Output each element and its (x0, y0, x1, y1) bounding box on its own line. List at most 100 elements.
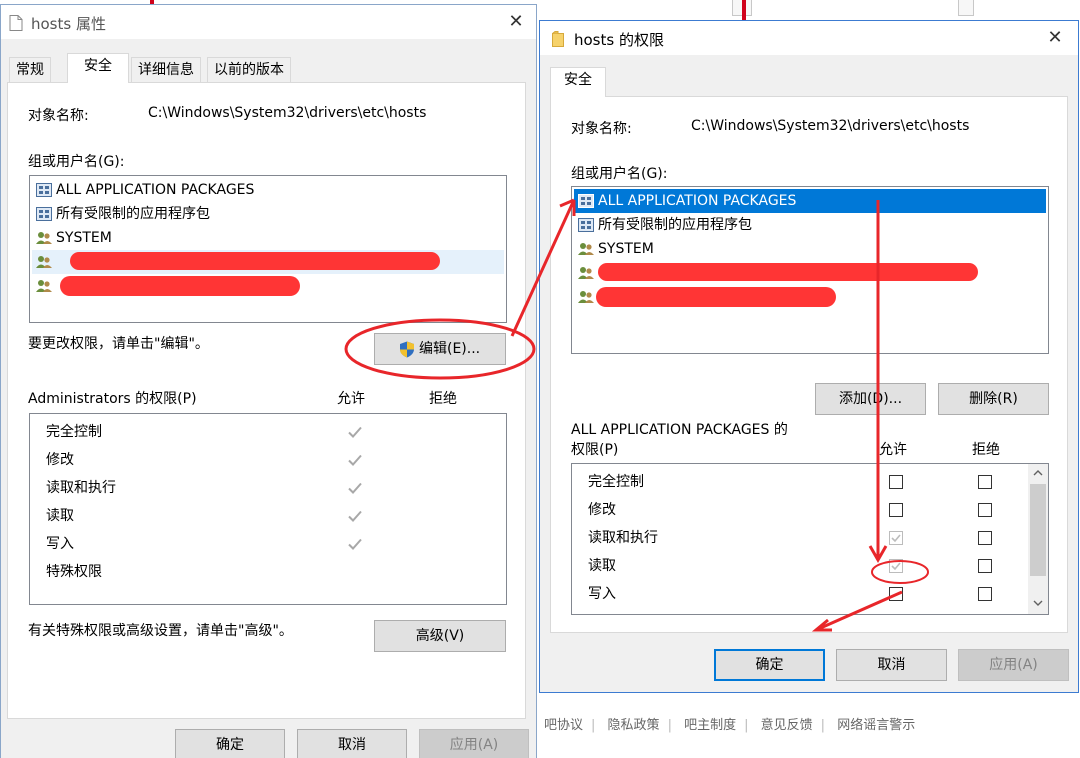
users-icon (36, 280, 52, 292)
footer-link[interactable]: 隐私政策 (608, 718, 660, 733)
permission-row: 修改 (572, 496, 1048, 524)
group-or-user-label: 组或用户名(G): (571, 166, 668, 182)
tab-security[interactable]: 安全 (550, 67, 606, 97)
security-tab-panel: 对象名称: C:\Windows\System32\drivers\etc\ho… (550, 96, 1068, 633)
uac-shield-icon (400, 341, 414, 358)
group-package-icon (578, 194, 594, 208)
deny-checkbox[interactable] (978, 503, 992, 517)
group-package-icon (36, 183, 52, 197)
group-or-user-label: 组或用户名(G): (28, 154, 125, 170)
redaction-scribble (60, 276, 300, 296)
cancel-button[interactable]: 取消 (836, 649, 947, 681)
allow-checkbox[interactable] (889, 503, 903, 517)
file-icon (9, 15, 23, 31)
checkmark-icon (891, 534, 901, 543)
list-item[interactable]: ALL APPLICATION PACKAGES (32, 178, 504, 202)
redaction-scribble (70, 252, 440, 270)
chevron-down-icon[interactable] (1033, 600, 1043, 606)
permissions-list: 完全控制 修改 读取和执行 读取 写入 (571, 463, 1049, 615)
hosts-properties-dialog: hosts 属性 ✕ 常规 安全 详细信息 以前的版本 对象名称: C:\Win… (0, 4, 537, 758)
tab-previous-versions[interactable]: 以前的版本 (207, 57, 291, 83)
permission-row: 读取 (572, 552, 1048, 580)
edit-hint-text: 要更改权限，请单击"编辑"。 (28, 336, 209, 352)
redaction-scribble (596, 287, 836, 307)
allow-checkbox-checked-disabled (889, 559, 903, 573)
ok-button[interactable]: 确定 (714, 649, 825, 681)
hosts-permissions-dialog: hosts 的权限 ✕ 安全 对象名称: C:\Windows\System32… (539, 20, 1079, 693)
deny-checkbox[interactable] (978, 475, 992, 489)
edit-button[interactable]: 编辑(E)... (374, 333, 506, 365)
permissions-title: Administrators 的权限(P) (28, 391, 197, 407)
allow-checkbox-checked-disabled (889, 531, 903, 545)
permission-row: 读取和执行 (572, 524, 1048, 552)
permission-row: 写入 (572, 580, 1048, 608)
background-red-marker (742, 0, 746, 20)
permission-row: 完全控制 (572, 468, 1048, 496)
folder-icon (552, 31, 564, 47)
object-name-value: C:\Windows\System32\drivers\etc\hosts (148, 105, 427, 121)
apply-button[interactable]: 应用(A) (958, 649, 1069, 681)
scrollbar[interactable] (1028, 464, 1048, 614)
object-name-label: 对象名称: (571, 121, 632, 137)
checkmark-icon (348, 426, 362, 438)
users-icon (578, 243, 594, 255)
list-item[interactable]: 所有受限制的应用程序包 (32, 202, 504, 226)
allow-checkbox[interactable] (889, 475, 903, 489)
tab-security[interactable]: 安全 (67, 53, 129, 83)
title-bar: hosts 属性 ✕ (1, 5, 536, 39)
tab-general[interactable]: 常规 (9, 57, 51, 83)
background-footer-links: 吧协议 | 隐私政策 | 吧主制度 | 意见反馈 | 网络谣言警示 (544, 718, 916, 733)
apply-button[interactable]: 应用(A) (419, 729, 529, 758)
group-user-list[interactable]: ALL APPLICATION PACKAGES 所有受限制的应用程序包 SYS… (29, 175, 507, 323)
allow-checkbox[interactable] (889, 587, 903, 601)
cancel-button[interactable]: 取消 (297, 729, 407, 758)
list-item[interactable]: SYSTEM (32, 226, 504, 250)
deny-checkbox[interactable] (978, 559, 992, 573)
dialog-title: hosts 属性 (31, 15, 106, 33)
permission-row: 读取和执行 (30, 474, 506, 502)
object-name-value: C:\Windows\System32\drivers\etc\hosts (691, 118, 970, 134)
users-icon (578, 291, 594, 303)
tab-details[interactable]: 详细信息 (131, 57, 201, 83)
deny-checkbox[interactable] (978, 531, 992, 545)
deny-header: 拒绝 (429, 391, 457, 407)
chevron-up-icon[interactable] (1033, 470, 1043, 476)
group-package-icon (36, 207, 52, 221)
footer-link[interactable]: 意见反馈 (761, 718, 813, 733)
close-button[interactable]: ✕ (1038, 23, 1072, 53)
footer-link[interactable]: 网络谣言警示 (837, 718, 915, 733)
advanced-hint-text: 有关特殊权限或高级设置，请单击"高级"。 (28, 623, 293, 639)
permission-row: 修改 (30, 446, 506, 474)
permissions-title-line2: 权限(P) (571, 442, 619, 458)
title-bar: hosts 的权限 ✕ (540, 21, 1078, 55)
group-user-list[interactable]: ALL APPLICATION PACKAGES 所有受限制的应用程序包 SYS… (571, 186, 1049, 354)
list-item[interactable]: 所有受限制的应用程序包 (574, 213, 1046, 237)
group-package-icon (578, 218, 594, 232)
redaction-scribble (598, 263, 978, 281)
remove-button[interactable]: 删除(R) (938, 383, 1049, 415)
permission-row: 读取 (30, 502, 506, 530)
advanced-button[interactable]: 高级(V) (374, 620, 506, 652)
add-button[interactable]: 添加(D)... (815, 383, 926, 415)
close-button[interactable]: ✕ (499, 7, 533, 37)
permission-row: 写入 (30, 530, 506, 558)
checkmark-icon (348, 482, 362, 494)
checkmark-icon (348, 538, 362, 550)
scrollbar-thumb[interactable] (1030, 484, 1046, 576)
object-name-label: 对象名称: (28, 108, 89, 124)
deny-checkbox[interactable] (978, 587, 992, 601)
footer-link[interactable]: 吧主制度 (684, 718, 736, 733)
users-icon (36, 232, 52, 244)
list-item-selected[interactable]: ALL APPLICATION PACKAGES (574, 189, 1046, 213)
checkmark-icon (348, 454, 362, 466)
checkmark-icon (348, 510, 362, 522)
permission-row: 特殊权限 (46, 564, 102, 580)
allow-header: 允许 (337, 391, 365, 407)
ok-button[interactable]: 确定 (175, 729, 285, 758)
footer-link[interactable]: 吧协议 (544, 718, 583, 733)
allow-header: 允许 (879, 442, 907, 458)
users-icon (36, 256, 52, 268)
list-item[interactable]: SYSTEM (574, 237, 1046, 261)
permission-row: 完全控制 (30, 418, 506, 446)
permissions-title: ALL APPLICATION PACKAGES 的 (571, 422, 788, 438)
